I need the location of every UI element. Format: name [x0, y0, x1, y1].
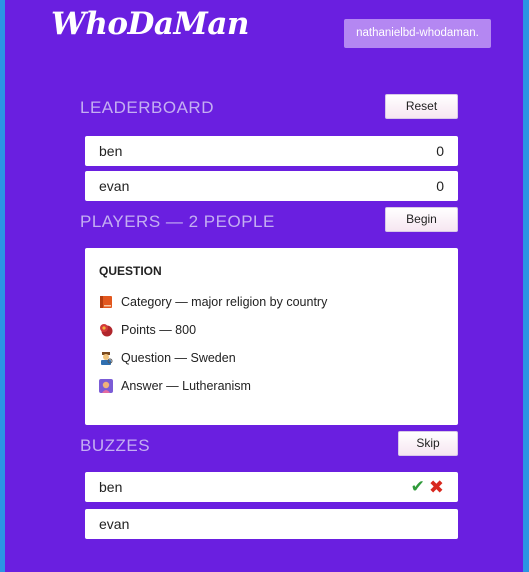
- cross-icon[interactable]: ✖: [429, 477, 444, 498]
- question-text: Question — Sweden: [121, 351, 236, 365]
- leaderboard-row: evan 0: [85, 171, 458, 201]
- book-icon: [99, 295, 113, 309]
- app-logo: WhoDaMan: [51, 6, 249, 42]
- question-heading: QUESTION: [99, 264, 162, 278]
- points-line: Points — 800: [99, 323, 444, 337]
- leaderboard-row: ben 0: [85, 136, 458, 166]
- buzz-actions: ✔ ✖: [411, 477, 444, 498]
- money-bag-icon: [99, 323, 113, 337]
- buzz-row: evan: [85, 509, 458, 539]
- leaderboard-title: LEADERBOARD: [80, 98, 214, 117]
- answer-line: Answer — Lutheranism: [99, 379, 444, 393]
- player-name: evan: [99, 178, 130, 194]
- question-line: Question — Sweden: [99, 351, 444, 365]
- user-badge[interactable]: nathanielbd-whodaman.: [344, 19, 491, 48]
- points-text: Points — 800: [121, 323, 197, 337]
- buzz-row: ben ✔ ✖: [85, 472, 458, 502]
- buzzes-title: BUZZES: [80, 436, 151, 455]
- detective-icon: [99, 351, 113, 365]
- skip-button[interactable]: Skip: [398, 431, 458, 456]
- players-title: PLAYERS — 2 PEOPLE: [80, 212, 275, 231]
- begin-button[interactable]: Begin: [385, 207, 458, 232]
- player-score: 0: [436, 143, 444, 159]
- question-card: QUESTION Category — major religion by co…: [85, 248, 458, 425]
- reset-button[interactable]: Reset: [385, 94, 458, 119]
- player-score: 0: [436, 178, 444, 194]
- check-icon[interactable]: ✔: [411, 477, 425, 497]
- category-text: Category — major religion by country: [121, 295, 328, 309]
- buzz-player-name: evan: [99, 516, 130, 532]
- category-line: Category — major religion by country: [99, 295, 444, 309]
- app-frame: WhoDaMan nathanielbd-whodaman. LEADERBOA…: [5, 0, 523, 572]
- player-name: ben: [99, 143, 123, 159]
- buzz-player-name: ben: [99, 479, 123, 495]
- answer-text: Answer — Lutheranism: [121, 379, 251, 393]
- person-icon: [99, 379, 113, 393]
